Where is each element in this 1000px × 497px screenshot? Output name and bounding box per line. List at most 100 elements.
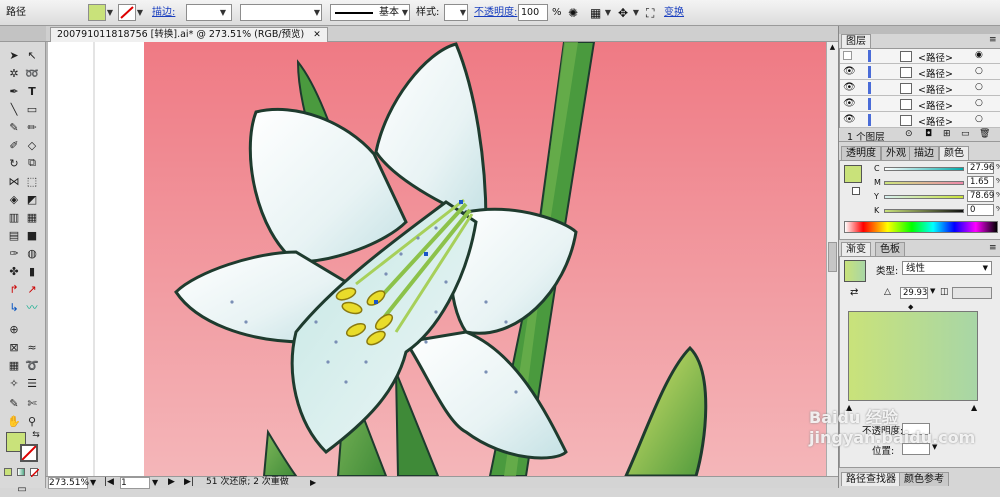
shape-builder-tool-icon[interactable]: ◈	[6, 191, 22, 207]
mesh-tool-icon[interactable]: ▦	[24, 209, 40, 225]
fill-dropdown-icon[interactable]: ▼	[105, 4, 115, 21]
pucker-tool-icon[interactable]: ➰	[24, 357, 40, 373]
measure-tool-icon[interactable]: ✎	[6, 395, 22, 411]
target-icon[interactable]: ◉	[975, 50, 983, 60]
status-menu-icon[interactable]: ▶	[310, 477, 316, 489]
hand-tool-icon[interactable]: ✋	[6, 413, 22, 429]
type-tool-icon[interactable]: T	[24, 83, 40, 99]
locate-object-icon[interactable]: ⊙	[905, 129, 913, 139]
opacity-link[interactable]: 不透明度:	[474, 4, 517, 22]
y-slider[interactable]	[884, 195, 964, 199]
tab-swatches[interactable]: 色板	[875, 242, 905, 256]
visibility-icon[interactable]	[843, 51, 852, 60]
scale-tool-icon[interactable]: ⧉	[24, 155, 40, 171]
first-artboard-icon[interactable]: |◀	[104, 477, 114, 489]
tab-gradient[interactable]: 渐变	[841, 242, 871, 256]
reverse-gradient-icon[interactable]: ⇄	[850, 287, 858, 298]
artboard-dropdown-icon[interactable]: ▼	[152, 477, 158, 489]
stroke-swatch[interactable]	[118, 4, 136, 21]
blob-brush-tool-icon[interactable]: ✐	[6, 137, 22, 153]
perspective-grid-tool-icon[interactable]: ▥	[6, 209, 22, 225]
custom-tool-4-icon[interactable]: 〰	[24, 299, 40, 315]
align-dropdown-icon[interactable]: ▼	[603, 4, 613, 21]
direct-selection-tool-icon[interactable]: ↖	[24, 47, 40, 63]
eraser-tool-icon[interactable]: ◇	[24, 137, 40, 153]
artboard-canvas[interactable]	[46, 42, 826, 476]
slice-tool-icon[interactable]: ⊕	[6, 321, 22, 337]
layer-row[interactable]: 👁 <路径> ○	[840, 81, 1000, 96]
brush-dropdown-icon[interactable]: ▼	[400, 4, 410, 21]
scroll-thumb[interactable]	[828, 242, 837, 272]
color-mode-icon[interactable]	[4, 468, 12, 476]
live-paint-tool-icon[interactable]: ◩	[24, 191, 40, 207]
next-artboard-icon[interactable]: ▶	[168, 477, 175, 489]
gradient-menu-icon[interactable]: ≡	[989, 243, 997, 253]
symbol-sprayer-tool-icon[interactable]: ✤	[6, 263, 22, 279]
gradient-slider-preview[interactable]	[848, 311, 978, 401]
magic-wand-tool-icon[interactable]: ✲	[6, 65, 22, 81]
tab-color[interactable]: 颜色	[939, 146, 969, 160]
column-graph-tool-icon[interactable]: ▮	[24, 263, 40, 279]
eye-icon[interactable]: 👁	[843, 66, 856, 77]
midpoint-diamond-icon[interactable]: ◆	[908, 303, 913, 311]
width-dropdown-icon[interactable]: ▼	[312, 4, 322, 21]
layer-row[interactable]: 👁 <路径> ○	[840, 65, 1000, 80]
eye-icon[interactable]: 👁	[843, 82, 856, 93]
crystallize-tool-icon[interactable]: ▦	[6, 357, 22, 373]
tab-layers[interactable]: 图层	[841, 34, 871, 48]
transform-link[interactable]: 变换	[664, 4, 684, 22]
layer-row[interactable]: 👁 <路径> ○	[840, 113, 1000, 128]
gradient-mode-icon[interactable]	[17, 468, 25, 476]
scroll-up-icon[interactable]: ▲	[828, 43, 837, 52]
tab-pathfinder[interactable]: 路径查找器	[841, 472, 901, 486]
twirl-tool-icon[interactable]: ✧	[6, 375, 22, 391]
color-fill-swatch[interactable]	[844, 165, 862, 183]
tab-color-guide[interactable]: 颜色参考	[899, 472, 949, 486]
lasso-tool-icon[interactable]: ➿	[24, 65, 40, 81]
isolate-dropdown-icon[interactable]: ▼	[631, 4, 641, 21]
artboard-tool-icon[interactable]: ⊠	[6, 339, 22, 355]
opacity-input[interactable]: 100	[518, 4, 548, 21]
stroke-color-box[interactable]	[20, 444, 38, 462]
eyedropper-tool-icon[interactable]: ✑	[6, 245, 22, 261]
fill-swatch[interactable]	[88, 4, 106, 21]
gradient-thumbnail[interactable]	[844, 260, 866, 282]
custom-tool-1-icon[interactable]: ↱	[6, 281, 22, 297]
layer-row[interactable]: 👁 <路径> ○	[840, 97, 1000, 112]
m-slider[interactable]	[884, 181, 964, 185]
pencil-tool-icon[interactable]: ✏	[24, 119, 40, 135]
free-transform-tool-icon[interactable]: ⬚	[24, 173, 40, 189]
y-value-input[interactable]: 78.69	[967, 190, 994, 202]
c-value-input[interactable]: 27.96	[967, 162, 994, 174]
delete-layer-icon[interactable]: 🗑	[979, 129, 990, 139]
color-spectrum-bar[interactable]	[844, 221, 998, 233]
recolor-icon[interactable]: ✺	[568, 4, 578, 22]
gradient-type-select[interactable]: 线性 ▼	[902, 261, 992, 275]
swap-colors-icon[interactable]: ⇆	[28, 427, 44, 443]
stroke-link[interactable]: 描边:	[152, 4, 175, 22]
close-tab-icon[interactable]: ✕	[313, 30, 321, 40]
selection-tool-icon[interactable]: ➤	[6, 47, 22, 63]
angle-input[interactable]: 29.93	[900, 287, 928, 299]
zoom-field[interactable]: 273.51%	[48, 477, 89, 489]
target-icon[interactable]: ○	[975, 66, 983, 76]
blend-tool-icon[interactable]: ◍	[24, 245, 40, 261]
new-sublayer-icon[interactable]: ⊞	[943, 129, 951, 139]
brush-select[interactable]: 基本	[330, 4, 410, 21]
m-value-input[interactable]: 1.65	[967, 176, 994, 188]
custom-tool-2-icon[interactable]: ↗	[24, 281, 40, 297]
k-value-input[interactable]: 0	[967, 204, 994, 216]
aspect-input[interactable]	[952, 287, 992, 299]
target-icon[interactable]: ○	[975, 82, 983, 92]
tab-stroke[interactable]: 描边	[909, 146, 939, 160]
rotate-tool-icon[interactable]: ↻	[6, 155, 22, 171]
c-slider[interactable]	[884, 167, 964, 171]
custom-tool-3-icon[interactable]: ↳	[6, 299, 22, 315]
make-clipping-mask-icon[interactable]: ◘	[925, 129, 932, 139]
screen-mode-icon[interactable]: ▭	[14, 481, 30, 497]
warp-tool-icon[interactable]: ≈	[24, 339, 40, 355]
rectangle-tool-icon[interactable]: ▭	[24, 101, 40, 117]
color-stroke-swatch[interactable]	[852, 187, 860, 195]
pen-tool-icon[interactable]: ✒	[6, 83, 22, 99]
variable-width-select[interactable]	[240, 4, 322, 21]
